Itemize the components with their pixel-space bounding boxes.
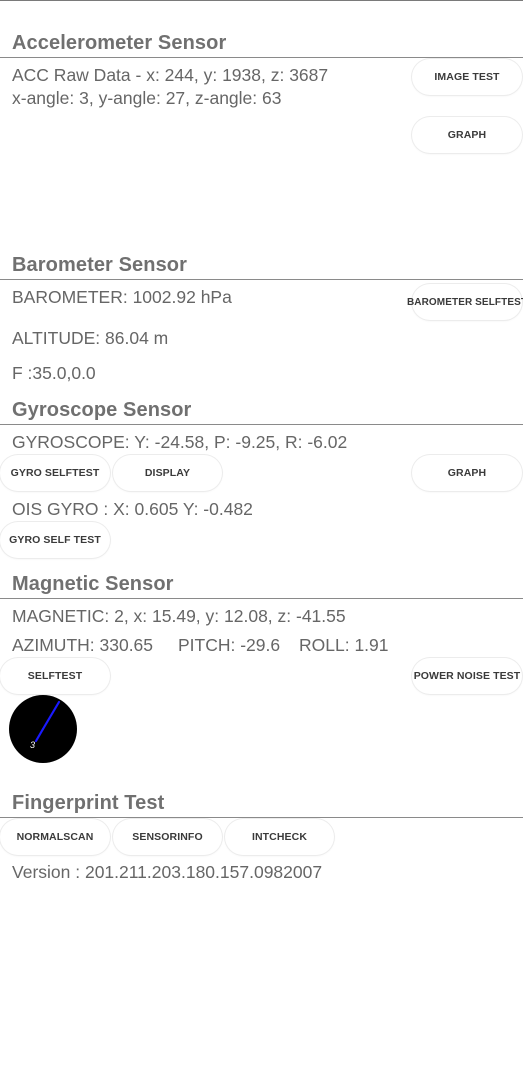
magnetic-title: Magnetic Sensor [12, 573, 174, 595]
gyroscope-value: GYROSCOPE: Y: -24.58, P: -9.25, R: -6.02 [12, 432, 348, 452]
compass-dial: 3 [9, 695, 77, 763]
barometer-value: BAROMETER: 1002.92 hPa [12, 287, 232, 307]
barometer-selftest-button[interactable]: BAROMETER SELFTEST [407, 284, 523, 320]
gyro-selftest-button[interactable]: GYRO SELFTEST [0, 455, 110, 491]
compass-needle-icon [34, 700, 61, 743]
roll-value: ROLL: 1.91 [299, 635, 389, 655]
barometer-title: Barometer Sensor [12, 254, 187, 276]
acc-raw-data: ACC Raw Data - x: 244, y: 1938, z: 3687 [12, 65, 329, 85]
ois-gyro-value: OIS GYRO : X: 0.605 Y: -0.482 [12, 499, 253, 519]
magnetic-selftest-button[interactable]: SELFTEST [0, 658, 110, 694]
intcheck-button[interactable]: INTCHECK [225, 819, 334, 855]
normalscan-button[interactable]: NORMALSCAN [0, 819, 110, 855]
magnetic-value: MAGNETIC: 2, x: 15.49, y: 12.08, z: -41.… [12, 606, 346, 626]
accelerometer-divider [0, 57, 523, 58]
accelerometer-title: Accelerometer Sensor [12, 32, 227, 54]
pitch-value: PITCH: -29.6 [178, 635, 281, 655]
barometer-divider [0, 279, 523, 280]
image-test-button[interactable]: IMAGE TEST [412, 59, 522, 95]
fingerprint-divider [0, 817, 523, 818]
gyroscope-title: Gyroscope Sensor [12, 399, 192, 421]
power-noise-test-button[interactable]: POWER NOISE TEST [412, 658, 522, 694]
acc-graph-button[interactable]: GRAPH [412, 117, 522, 153]
altitude-value: ALTITUDE: 86.04 m [12, 328, 169, 348]
compass-label: 3 [30, 740, 36, 750]
barometer-f-value: F :35.0,0.0 [12, 363, 96, 383]
acc-angles: x-angle: 3, y-angle: 27, z-angle: 63 [12, 88, 282, 108]
gyro-graph-button[interactable]: GRAPH [412, 455, 522, 491]
gyro-self-test-button[interactable]: GYRO SELF TEST [0, 522, 110, 558]
fingerprint-version: Version : 201.211.203.180.157.0982007 [12, 862, 323, 882]
gyroscope-divider [0, 424, 523, 425]
sensorinfo-button[interactable]: SENSORINFO [113, 819, 222, 855]
fingerprint-title: Fingerprint Test [12, 792, 165, 814]
top-divider [0, 0, 523, 1]
magnetic-divider [0, 598, 523, 599]
gyro-display-button[interactable]: DISPLAY [113, 455, 222, 491]
azimuth-value: AZIMUTH: 330.65 [12, 635, 154, 655]
